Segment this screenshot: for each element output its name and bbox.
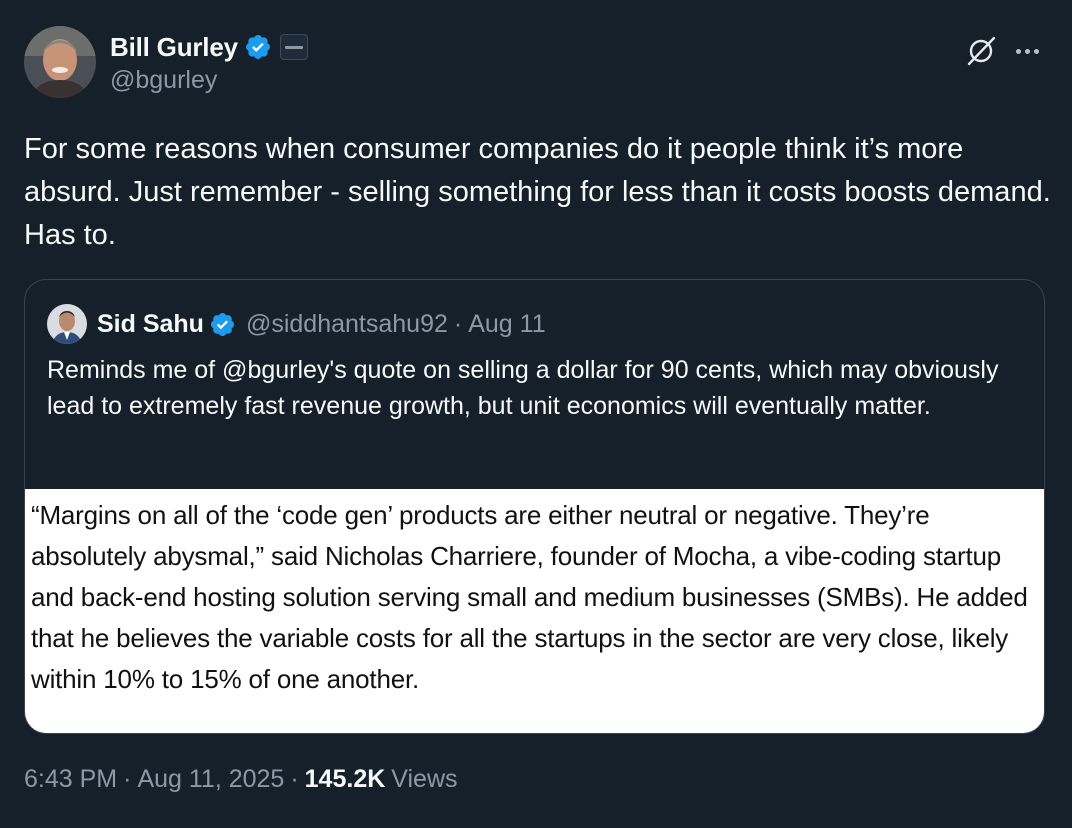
views-label: Views [391, 765, 458, 793]
author-name-row: Bill Gurley [110, 30, 308, 64]
quoted-tweet[interactable]: Sid Sahu @siddhantsahu92 · Aug 11 Remind… [24, 279, 1045, 734]
quoted-date[interactable]: Aug 11 [468, 310, 545, 339]
meta-separator-2: · [290, 765, 299, 793]
affiliate-badge-icon[interactable] [279, 34, 308, 60]
tweet: Bill Gurley @bgurley For some reasons wh… [0, 0, 1072, 828]
quoted-image-text: “Margins on all of the ‘code gen’ produc… [31, 500, 1028, 694]
meta-separator: · [123, 765, 132, 793]
quoted-separator: · [453, 309, 463, 338]
author-handle[interactable]: @bgurley [110, 66, 217, 95]
tweet-meta: 6:43 PM · Aug 11, 2025 · 145.2K Views [24, 765, 458, 794]
tweet-text: For some reasons when consumer companies… [24, 133, 1051, 251]
quoted-verified-badge-icon[interactable] [209, 311, 236, 338]
more-options-icon[interactable] [1010, 34, 1044, 68]
quoted-author-handle[interactable]: @siddhantsahu92 [246, 310, 448, 339]
verified-badge-icon[interactable] [244, 33, 272, 61]
quoted-tweet-text: Reminds me of @bgurley's quote on sellin… [47, 356, 999, 420]
quoted-author-avatar[interactable] [47, 304, 87, 344]
views-count[interactable]: 145.2K [305, 765, 386, 794]
tweet-date[interactable]: Aug 11, 2025 [137, 765, 284, 794]
author-avatar[interactable] [24, 26, 96, 98]
quoted-author-name[interactable]: Sid Sahu [97, 310, 204, 339]
grok-icon[interactable] [964, 34, 998, 68]
tweet-header: Bill Gurley @bgurley [24, 26, 1048, 102]
quoted-tweet-image[interactable]: “Margins on all of the ‘code gen’ produc… [25, 489, 1044, 733]
quoted-tweet-header: Sid Sahu @siddhantsahu92 · Aug 11 [47, 304, 546, 344]
author-name[interactable]: Bill Gurley [110, 32, 238, 63]
tweet-time[interactable]: 6:43 PM [24, 765, 117, 794]
